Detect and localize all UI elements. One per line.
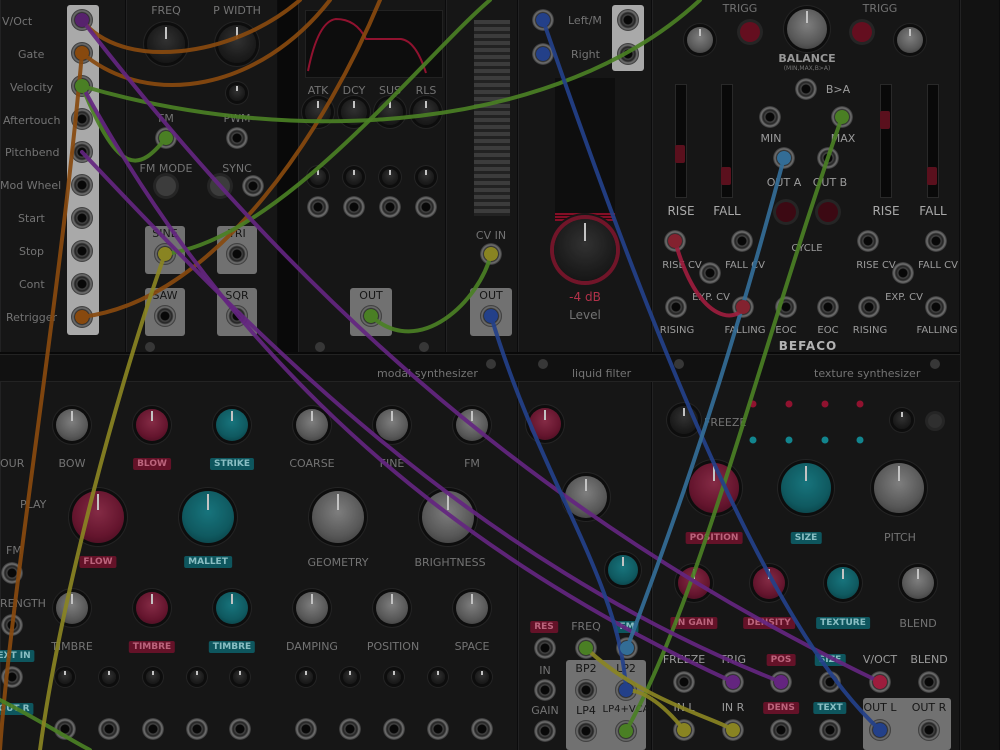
vcv-rack-canvas[interactable]: V/Oct Gate Velocity Aftertouch Pitchbend… xyxy=(0,0,1000,750)
cable-plug[interactable] xyxy=(579,641,593,655)
cable-plug[interactable] xyxy=(75,13,89,27)
cable-blue xyxy=(541,18,882,732)
cable-plug[interactable] xyxy=(159,131,173,145)
cable-plug[interactable] xyxy=(536,47,550,61)
cable-green xyxy=(369,252,493,334)
cable-plug[interactable] xyxy=(484,309,498,323)
cable-plug[interactable] xyxy=(619,683,633,697)
cable-plug[interactable] xyxy=(364,309,378,323)
patch-cables[interactable] xyxy=(0,0,1000,750)
cable-plug[interactable] xyxy=(536,13,550,27)
cable-plug[interactable] xyxy=(677,723,691,737)
cable-red xyxy=(673,239,745,318)
cable-yellow xyxy=(38,252,167,750)
cable-plug[interactable] xyxy=(75,310,89,324)
cable-plug[interactable] xyxy=(777,151,791,165)
cable-plug[interactable] xyxy=(873,723,887,737)
cable-green xyxy=(163,0,492,256)
cable-green xyxy=(624,115,844,733)
cable-blue xyxy=(489,314,628,692)
cable-plug[interactable] xyxy=(736,300,750,314)
cable-plug[interactable] xyxy=(668,234,682,248)
cable-plug[interactable] xyxy=(619,724,633,738)
cable-orange xyxy=(80,0,302,54)
cable-plug[interactable] xyxy=(774,675,788,689)
cable-plug[interactable] xyxy=(484,247,498,261)
cable-plug[interactable] xyxy=(873,675,887,689)
cable-plug[interactable] xyxy=(75,46,89,60)
cable-plug[interactable] xyxy=(726,723,740,737)
cable-purple xyxy=(80,150,783,684)
cable-plug[interactable] xyxy=(835,110,849,124)
cable-plug[interactable] xyxy=(158,247,172,261)
cable-orange xyxy=(0,51,84,750)
cable-orange xyxy=(80,0,332,87)
cable-purple xyxy=(80,18,882,684)
cable-plug[interactable] xyxy=(726,675,740,689)
cable-green xyxy=(80,0,702,124)
cable-purple xyxy=(80,84,735,684)
cable-plug[interactable] xyxy=(620,641,634,655)
cable-lightblue xyxy=(625,156,786,650)
cable-plug[interactable] xyxy=(75,79,89,93)
